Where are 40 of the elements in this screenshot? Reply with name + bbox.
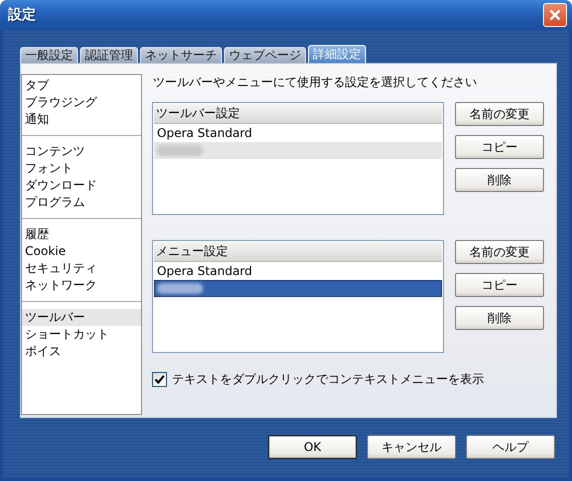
delete-button[interactable]: 削除 bbox=[455, 168, 544, 192]
category-item[interactable]: ショートカット bbox=[22, 326, 141, 343]
close-icon bbox=[549, 9, 561, 21]
list-row[interactable]: Opera Standard bbox=[154, 263, 442, 280]
rename-button[interactable]: 名前の変更 bbox=[455, 240, 544, 264]
category-item[interactable]: ブラウジング bbox=[22, 94, 141, 111]
category-item[interactable]: ツールバー bbox=[22, 309, 141, 326]
list-row[interactable]: Opera Standard bbox=[154, 125, 442, 142]
category-item[interactable]: プログラム bbox=[22, 194, 141, 211]
list-row[interactable] bbox=[154, 280, 442, 297]
checkbox[interactable] bbox=[152, 372, 167, 387]
checkbox-label: テキストをダブルクリックでコンテキストメニューを表示 bbox=[172, 371, 484, 388]
tab[interactable]: ウェブページ bbox=[224, 47, 306, 63]
column-header: メニュー設定 bbox=[154, 242, 442, 262]
category-item[interactable]: ボイス bbox=[22, 343, 141, 360]
category-item[interactable]: 履歴 bbox=[22, 226, 141, 243]
delete-button[interactable]: 削除 bbox=[455, 306, 544, 330]
category-item[interactable]: ネットワーク bbox=[22, 277, 141, 294]
category-item[interactable]: Cookie bbox=[22, 243, 141, 260]
ok-button[interactable]: OK bbox=[268, 435, 357, 459]
tab[interactable]: 一般設定 bbox=[20, 47, 78, 63]
close-button[interactable] bbox=[543, 3, 567, 27]
rename-button[interactable]: 名前の変更 bbox=[455, 102, 544, 126]
category-item[interactable]: タブ bbox=[22, 77, 141, 94]
window-title: 設定 bbox=[8, 6, 36, 24]
category-item[interactable]: フォント bbox=[22, 160, 141, 177]
tab[interactable]: ネットサーチ bbox=[140, 47, 222, 63]
copy-button[interactable]: コピー bbox=[455, 273, 544, 297]
category-item[interactable]: ダウンロード bbox=[22, 177, 141, 194]
blurred-text bbox=[157, 283, 203, 294]
blurred-text bbox=[157, 145, 203, 156]
column-header: ツールバー設定 bbox=[154, 104, 442, 124]
copy-button[interactable]: コピー bbox=[455, 135, 544, 159]
instruction-text: ツールバーやメニューにて使用する設定を選択してください bbox=[153, 74, 478, 90]
category-item[interactable]: セキュリティ bbox=[22, 260, 141, 277]
cancel-button[interactable]: キャンセル bbox=[367, 435, 456, 459]
tab[interactable]: 認証管理 bbox=[80, 47, 138, 63]
category-item[interactable]: コンテンツ bbox=[22, 143, 141, 160]
help-button[interactable]: ヘルプ bbox=[466, 435, 555, 459]
category-item[interactable]: 通知 bbox=[22, 111, 141, 128]
